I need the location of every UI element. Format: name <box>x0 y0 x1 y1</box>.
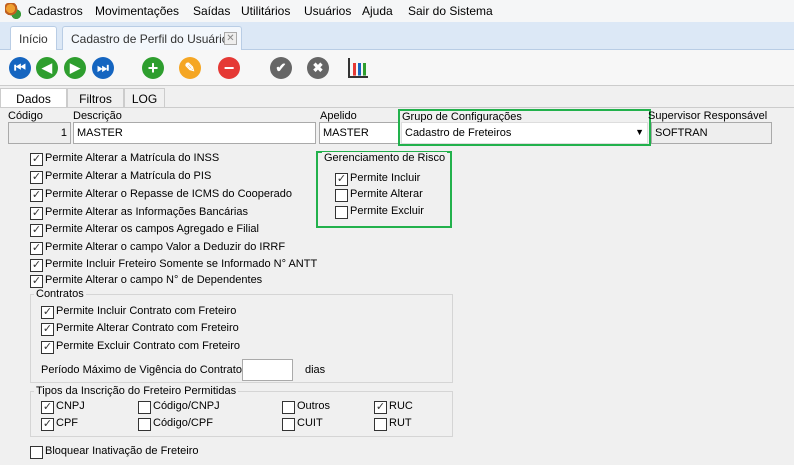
permission-0-label: Permite Alterar a Matrícula do INSS <box>45 152 220 164</box>
codigo-label: Código <box>8 110 43 122</box>
risco-legend: Gerenciamento de Risco <box>322 152 448 164</box>
descricao-label: Descrição <box>73 110 122 122</box>
contrato-0-label: Permite Incluir Contrato com Freteiro <box>56 305 237 317</box>
tipo-rut-label: RUT <box>389 417 412 429</box>
menu-bar: Cadastros Movimentações Saídas Utilitári… <box>0 0 794 22</box>
next-record-button[interactable]: ▶ <box>64 57 86 79</box>
menu-sair[interactable]: Sair do Sistema <box>408 4 493 18</box>
tab-label: Início <box>19 32 48 46</box>
tab-label: Cadastro de Perfil do Usuário <box>71 32 229 46</box>
edit-button[interactable]: ✎ <box>179 57 201 79</box>
tipo-cuit-checkbox[interactable] <box>282 418 295 431</box>
contrato-0-checkbox[interactable]: ✓ <box>41 306 54 319</box>
supervisor-label: Supervisor Responsável <box>648 110 768 122</box>
bloquear-checkbox[interactable] <box>30 446 43 459</box>
tipo-cuit-label: CUIT <box>297 417 323 429</box>
permission-7-checkbox[interactable]: ✓ <box>30 275 43 288</box>
permission-7-label: Permite Alterar o campo N° de Dependente… <box>45 274 263 286</box>
tipo-c-digo-cnpj-label: Código/CNPJ <box>153 400 220 412</box>
permission-6-label: Permite Incluir Freteiro Somente se Info… <box>45 258 318 270</box>
risco-1-checkbox[interactable] <box>335 189 348 202</box>
tab-cadastro-perfil[interactable]: Cadastro de Perfil do Usuário ✕ <box>62 26 242 50</box>
menu-cadastros[interactable]: Cadastros <box>28 4 83 18</box>
report-settings-button[interactable] <box>348 58 370 80</box>
risco-1-label: Permite Alterar <box>350 188 423 200</box>
contrato-1-label: Permite Alterar Contrato com Freteiro <box>56 322 239 334</box>
chart-settings-icon <box>348 58 368 78</box>
tab-inicio[interactable]: Início <box>10 26 57 50</box>
previous-record-button[interactable]: ◀ <box>36 57 58 79</box>
tipos-group <box>30 391 453 437</box>
permission-1-label: Permite Alterar a Matrícula do PIS <box>45 170 212 182</box>
codigo-field[interactable]: 1 <box>8 122 71 144</box>
menu-usuarios[interactable]: Usuários <box>304 4 351 18</box>
close-tab-icon[interactable]: ✕ <box>224 32 237 45</box>
tab-dados[interactable]: Dados <box>0 88 67 109</box>
tipo-cnpj-checkbox[interactable]: ✓ <box>41 401 54 414</box>
tipo-ruc-checkbox[interactable]: ✓ <box>374 401 387 414</box>
tipo-c-digo-cpf-checkbox[interactable] <box>138 418 151 431</box>
permission-1-checkbox[interactable]: ✓ <box>30 171 43 184</box>
permission-6-checkbox[interactable]: ✓ <box>30 259 43 272</box>
tipo-ruc-label: RUC <box>389 400 413 412</box>
grupo-value: Cadastro de Freteiros <box>405 127 512 139</box>
permission-4-checkbox[interactable]: ✓ <box>30 224 43 237</box>
risco-0-checkbox[interactable]: ✓ <box>335 173 348 186</box>
contrato-2-checkbox[interactable]: ✓ <box>41 341 54 354</box>
supervisor-field[interactable]: SOFTRAN <box>651 122 772 144</box>
contrato-1-checkbox[interactable]: ✓ <box>41 323 54 336</box>
permission-2-label: Permite Alterar o Repasse de ICMS do Coo… <box>45 188 293 200</box>
contrato-2-label: Permite Excluir Contrato com Freteiro <box>56 340 240 352</box>
chevron-down-icon: ▼ <box>635 127 644 137</box>
menu-ajuda[interactable]: Ajuda <box>362 4 393 18</box>
permission-4-label: Permite Alterar os campos Agregado e Fil… <box>45 223 259 235</box>
delete-button[interactable]: − <box>218 57 240 79</box>
cancel-button[interactable]: ✖ <box>307 57 329 79</box>
permission-5-label: Permite Alterar o campo Valor a Deduzir … <box>45 241 286 253</box>
tab-filtros[interactable]: Filtros <box>67 88 124 108</box>
permission-0-checkbox[interactable]: ✓ <box>30 153 43 166</box>
grupo-select[interactable]: Cadastro de Freteiros ▼ <box>401 122 648 144</box>
tipo-c-digo-cpf-label: Código/CPF <box>153 417 213 429</box>
add-button[interactable]: + <box>142 57 164 79</box>
menu-utilitarios[interactable]: Utilitários <box>241 4 290 18</box>
periodo-label: Período Máximo de Vigência do Contrato <box>41 364 242 376</box>
document-tabs: Início Cadastro de Perfil do Usuário ✕ <box>0 22 794 50</box>
tipo-cpf-checkbox[interactable]: ✓ <box>41 418 54 431</box>
contratos-legend: Contratos <box>34 288 86 300</box>
first-record-button[interactable]: ⏮ <box>9 57 31 79</box>
tipo-cpf-label: CPF <box>56 417 78 429</box>
toolbar: ⏮ ◀ ▶ ⏭ + ✎ − ✔ ✖ <box>0 50 794 86</box>
tipo-outros-label: Outros <box>297 400 331 412</box>
permission-3-checkbox[interactable]: ✓ <box>30 207 43 220</box>
tipo-outros-checkbox[interactable] <box>282 401 295 414</box>
risco-2-label: Permite Excluir <box>350 205 424 217</box>
apelido-field[interactable]: MASTER <box>319 122 399 144</box>
risco-2-checkbox[interactable] <box>335 206 348 219</box>
permission-3-label: Permite Alterar as Informações Bancárias <box>45 206 248 218</box>
tab-log[interactable]: LOG <box>124 88 165 108</box>
tipo-rut-checkbox[interactable] <box>374 418 387 431</box>
permission-5-checkbox[interactable]: ✓ <box>30 242 43 255</box>
app-logo-icon <box>5 3 21 19</box>
menu-saidas[interactable]: Saídas <box>193 4 230 18</box>
risco-0-label: Permite Incluir <box>350 172 421 184</box>
menu-movimentacoes[interactable]: Movimentações <box>95 4 179 18</box>
tipos-legend: Tipos da Inscrição do Freteiro Permitida… <box>34 385 239 397</box>
confirm-button[interactable]: ✔ <box>270 57 292 79</box>
last-record-button[interactable]: ⏭ <box>92 57 114 79</box>
apelido-label: Apelido <box>320 110 357 122</box>
bloquear-label: Bloquear Inativação de Freteiro <box>45 445 199 457</box>
permission-2-checkbox[interactable]: ✓ <box>30 189 43 202</box>
tipo-c-digo-cnpj-checkbox[interactable] <box>138 401 151 414</box>
periodo-input[interactable] <box>242 359 293 381</box>
dias-label: dias <box>305 364 326 376</box>
tipo-cnpj-label: CNPJ <box>56 400 85 412</box>
descricao-field[interactable]: MASTER <box>73 122 316 144</box>
